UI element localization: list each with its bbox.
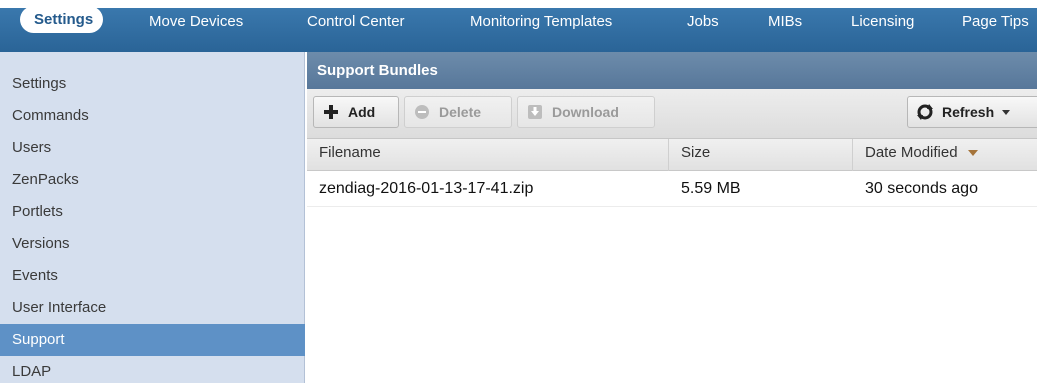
column-header-size-label: Size [681, 144, 711, 161]
sidebar-item-user-interface[interactable]: User Interface [0, 292, 305, 324]
minus-circle-icon [413, 103, 431, 121]
download-icon [526, 103, 544, 121]
nav-licensing[interactable]: Licensing [851, 13, 914, 30]
sidebar-item-commands[interactable]: Commands [0, 100, 305, 132]
panel-title: Support Bundles [307, 52, 1037, 89]
sidebar-item-portlets[interactable]: Portlets [0, 196, 305, 228]
top-strip [0, 0, 1037, 8]
nav-move-devices[interactable]: Move Devices [149, 13, 243, 30]
column-header-filename-label: Filename [319, 144, 381, 161]
nav-jobs[interactable]: Jobs [687, 13, 719, 30]
delete-button-label: Delete [439, 104, 482, 120]
plus-icon [322, 103, 340, 121]
table-row[interactable]: zendiag-2016-01-13-17-41.zip 5.59 MB 30 … [307, 171, 1037, 207]
column-header-date-modified-label: Date Modified [865, 144, 958, 161]
sidebar-item-events[interactable]: Events [0, 260, 305, 292]
sidebar-item-versions[interactable]: Versions [0, 228, 305, 260]
sidebar-item-settings[interactable]: Settings [0, 68, 305, 100]
add-button[interactable]: Add [313, 96, 399, 128]
add-button-label: Add [348, 104, 376, 120]
sidebar-item-zenpacks[interactable]: ZenPacks [0, 164, 305, 196]
column-header-filename[interactable]: Filename [307, 139, 669, 171]
column-header-date-modified[interactable]: Date Modified [853, 139, 1037, 171]
cell-size: 5.59 MB [681, 180, 741, 197]
nav-monitoring-templates[interactable]: Monitoring Templates [470, 13, 612, 30]
grid-header: Filename Size Date Modified [307, 139, 1037, 171]
nav-control-center[interactable]: Control Center [307, 13, 405, 30]
column-header-size[interactable]: Size [669, 139, 853, 171]
grid-body: zendiag-2016-01-13-17-41.zip 5.59 MB 30 … [307, 171, 1037, 383]
sidebar-item-users[interactable]: Users [0, 132, 305, 164]
refresh-icon [916, 103, 934, 121]
chevron-down-icon[interactable] [1002, 109, 1011, 115]
nav-mibs[interactable]: MIBs [768, 13, 802, 30]
download-button[interactable]: Download [517, 96, 655, 128]
nav-page-tips[interactable]: Page Tips [962, 13, 1029, 30]
sidebar-item-ldap[interactable]: LDAP [0, 356, 305, 383]
settings-sidebar: Settings Commands Users ZenPacks Portlet… [0, 52, 305, 383]
cell-date-modified: 30 seconds ago [865, 180, 978, 197]
delete-button[interactable]: Delete [404, 96, 512, 128]
sort-desc-icon [967, 150, 978, 157]
sidebar-item-support[interactable]: Support [0, 324, 305, 356]
nav-settings[interactable]: Settings [20, 6, 104, 33]
refresh-button-label: Refresh [942, 104, 995, 120]
cell-filename: zendiag-2016-01-13-17-41.zip [319, 180, 534, 197]
refresh-button[interactable]: Refresh [907, 96, 1037, 128]
toolbar: Add Delete Download Refresh [307, 89, 1037, 139]
download-button-label: Download [552, 104, 619, 120]
